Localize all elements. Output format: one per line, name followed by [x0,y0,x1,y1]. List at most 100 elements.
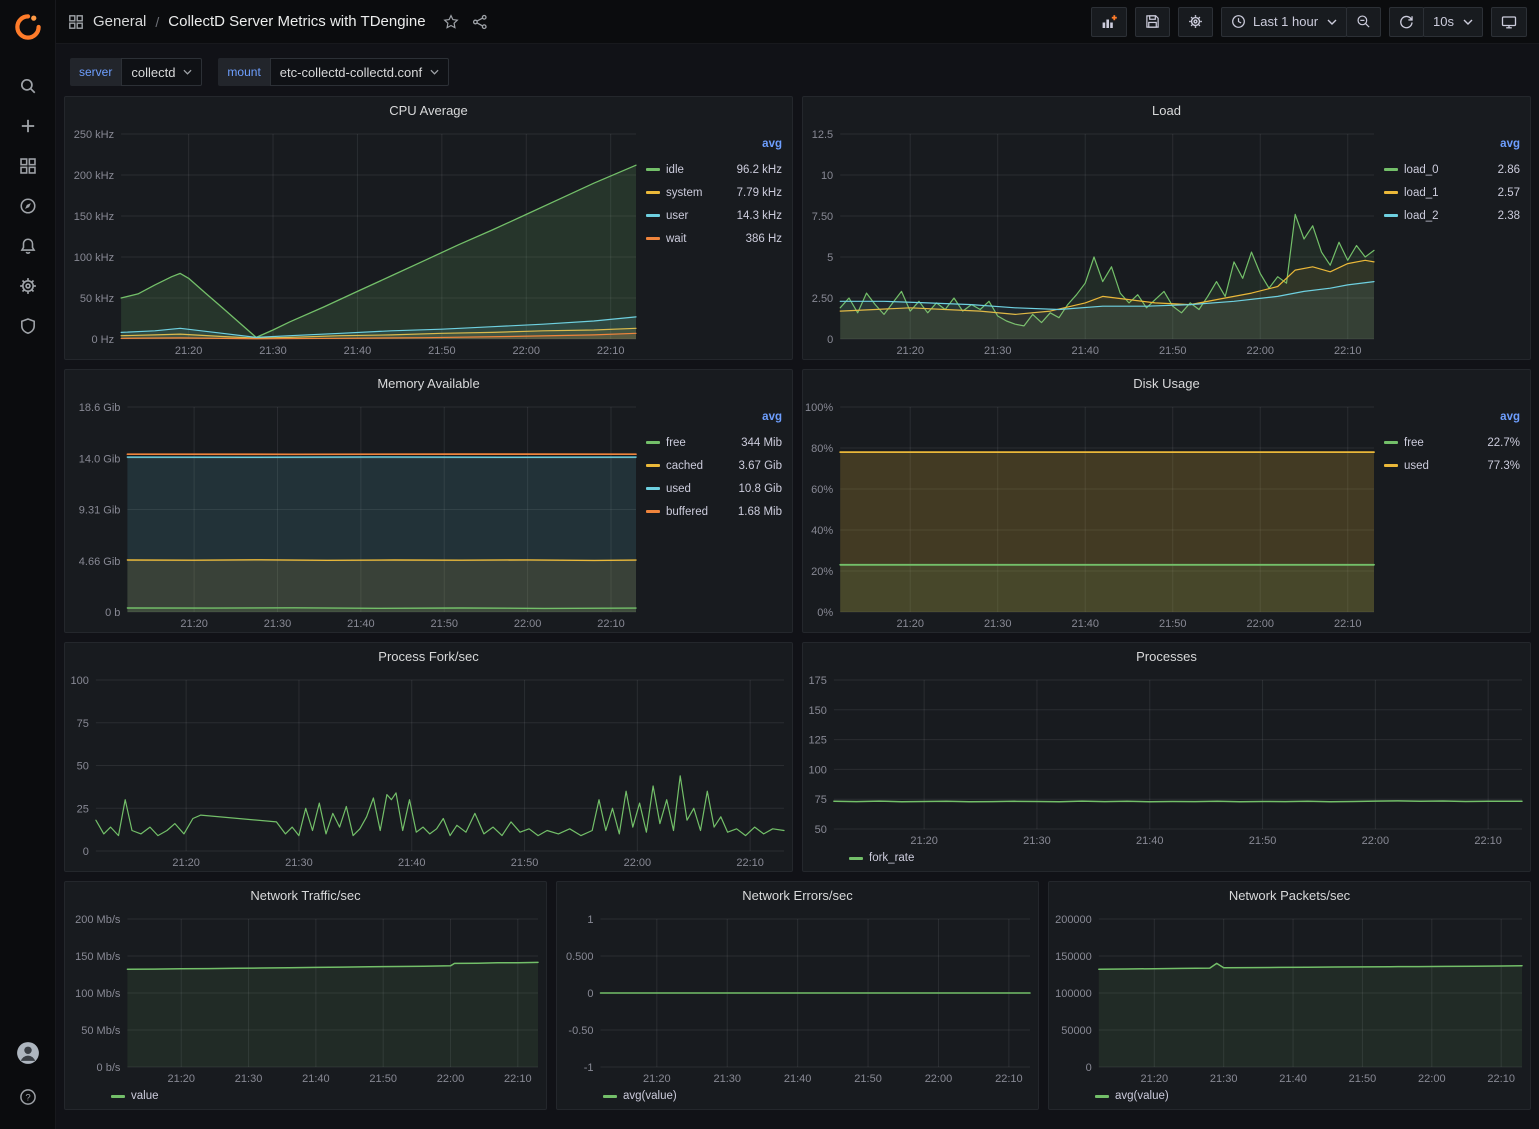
panel-title-disk-usage[interactable]: Disk Usage [803,370,1530,397]
panel-title-processes[interactable]: Processes [803,643,1530,670]
svg-text:22:00: 22:00 [513,345,541,357]
dashboard-settings-button[interactable] [1178,7,1213,37]
breadcrumb-section[interactable]: General [93,13,146,30]
panel-title-cpu-average[interactable]: CPU Average [65,97,792,124]
legend-item-avg(value)[interactable]: avg(value) [1095,1087,1169,1105]
panel-title-process-fork[interactable]: Process Fork/sec [65,643,792,670]
legend-header-avg[interactable]: avg [1384,411,1520,431]
panel-title-load[interactable]: Load [803,97,1530,124]
legend-item-load_1[interactable]: load_12.57 [1384,181,1520,204]
refresh-interval-picker[interactable]: 10s [1423,7,1483,37]
chart-cpu-average[interactable]: 0 Hz50 kHz100 kHz150 kHz200 kHz250 kHz21… [65,124,644,359]
panel-title-network-traffic[interactable]: Network Traffic/sec [65,882,546,909]
legend-series-avg-value: 96.2 kHz [737,164,782,176]
save-dashboard-button[interactable] [1135,7,1170,37]
dashboards-grid-icon [68,14,84,30]
chart-network-packets[interactable]: 05000010000015000020000021:2021:3021:402… [1049,909,1530,1087]
chart-network-traffic[interactable]: 0 b/s50 Mb/s100 Mb/s150 Mb/s200 Mb/s21:2… [65,909,546,1087]
panel-title-network-packets[interactable]: Network Packets/sec [1049,882,1530,909]
legend-item-idle[interactable]: idle96.2 kHz [646,158,782,181]
legend-item-value[interactable]: value [111,1087,159,1105]
svg-text:4.66 Gib: 4.66 Gib [79,556,121,568]
svg-text:21:20: 21:20 [172,857,200,869]
svg-text:22:10: 22:10 [504,1073,532,1085]
series-color-swatch [646,441,660,444]
dashboard-row-2: Memory Available0 b4.66 Gib9.31 Gib14.0 … [64,369,1531,633]
legend-item-free[interactable]: free22.7% [1384,431,1520,454]
cycle-view-button[interactable] [1491,7,1527,37]
variable-mount-select[interactable]: etc-collectd-collectd.conf [270,58,449,86]
legend-item-load_2[interactable]: load_22.38 [1384,204,1520,227]
clock-icon [1231,14,1246,29]
legend-header-avg[interactable]: avg [1384,138,1520,158]
svg-text:21:20: 21:20 [1141,1073,1169,1085]
refresh-button[interactable] [1389,7,1424,37]
svg-text:100000: 100000 [1055,988,1092,1000]
svg-text:150000: 150000 [1055,951,1092,963]
legend-item-load_0[interactable]: load_02.86 [1384,158,1520,181]
legend-series-name: wait [666,233,686,245]
zoom-out-button[interactable] [1346,7,1381,37]
svg-text:125: 125 [809,735,827,747]
svg-text:-1: -1 [584,1062,594,1074]
legend-item-buffered[interactable]: buffered1.68 Mib [646,500,782,523]
series-color-swatch [1095,1095,1109,1098]
add-panel-button[interactable] [1091,7,1127,37]
variable-server-select[interactable]: collectd [121,58,202,86]
svg-text:21:30: 21:30 [1023,835,1051,847]
grafana-logo[interactable] [13,8,43,46]
svg-text:150 Mb/s: 150 Mb/s [75,951,121,963]
panel-title-network-errors[interactable]: Network Errors/sec [557,882,1038,909]
search-icon[interactable] [8,70,48,102]
legend-series-avg-value: 386 Hz [746,233,782,245]
svg-text:22:00: 22:00 [437,1073,465,1085]
svg-text:21:30: 21:30 [235,1073,263,1085]
chart-load[interactable]: 02.5057.501012.521:2021:3021:4021:5022:0… [803,124,1382,359]
chart-processes[interactable]: 507510012515017521:2021:3021:4021:5022:0… [803,670,1530,849]
dashboards-icon[interactable] [8,150,48,182]
time-range-picker[interactable]: Last 1 hour [1221,7,1347,37]
chevron-down-icon [1327,19,1337,25]
legend-item-fork_rate[interactable]: fork_rate [849,849,914,867]
configuration-gear-icon[interactable] [8,270,48,302]
plus-icon[interactable] [8,110,48,142]
svg-text:22:00: 22:00 [624,857,652,869]
chart-process-fork[interactable]: 025507510021:2021:3021:4021:5022:0022:10 [65,670,792,871]
svg-text:0: 0 [587,988,593,1000]
legend-item-system[interactable]: system7.79 kHz [646,181,782,204]
legend-item-avg(value)[interactable]: avg(value) [603,1087,677,1105]
explore-compass-icon[interactable] [8,190,48,222]
breadcrumb-separator: / [155,14,159,30]
legend-series-name: load_0 [1404,164,1439,176]
svg-text:50 kHz: 50 kHz [80,293,114,305]
star-icon[interactable] [441,12,461,32]
legend-item-used[interactable]: used77.3% [1384,454,1520,477]
svg-text:21:40: 21:40 [398,857,426,869]
legend-item-user[interactable]: user14.3 kHz [646,204,782,227]
panel-title-memory-available[interactable]: Memory Available [65,370,792,397]
server-admin-shield-icon[interactable] [8,310,48,342]
legend-header-avg[interactable]: avg [646,138,782,158]
legend-item-cached[interactable]: cached3.67 Gib [646,454,782,477]
chart-memory-available[interactable]: 0 b4.66 Gib9.31 Gib14.0 Gib18.6 Gib21:20… [65,397,644,632]
svg-text:20%: 20% [811,566,833,578]
legend-cpu-average: avgidle96.2 kHzsystem7.79 kHzuser14.3 kH… [644,124,792,359]
series-color-swatch [646,464,660,467]
legend-header-avg[interactable]: avg [646,411,782,431]
alerting-bell-icon[interactable] [8,230,48,262]
help-icon[interactable]: ? [8,1081,48,1113]
chevron-down-icon [430,69,439,75]
svg-text:75: 75 [815,794,827,806]
legend-item-free[interactable]: free344 Mib [646,431,782,454]
svg-text:21:40: 21:40 [344,345,372,357]
variable-mount-label: mount [218,58,269,86]
svg-text:22:00: 22:00 [1246,618,1274,630]
svg-text:21:50: 21:50 [1349,1073,1377,1085]
chart-network-errors[interactable]: -1-0.5000.500121:2021:3021:4021:5022:002… [557,909,1038,1087]
share-icon[interactable] [470,12,490,32]
panel-disk-usage: Disk Usage0%20%40%60%80%100%21:2021:3021… [802,369,1531,633]
chart-disk-usage[interactable]: 0%20%40%60%80%100%21:2021:3021:4021:5022… [803,397,1382,632]
legend-item-wait[interactable]: wait 386 Hz [646,227,782,250]
avatar[interactable] [8,1037,48,1069]
legend-item-used[interactable]: used10.8 Gib [646,477,782,500]
